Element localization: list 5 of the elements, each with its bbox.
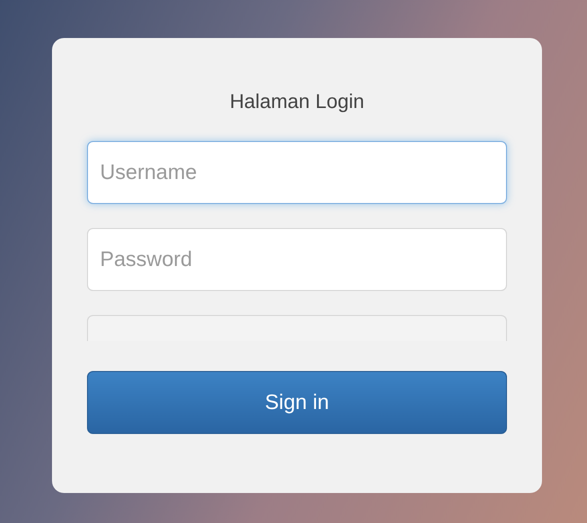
input-field[interactable]: Username [87, 141, 507, 204]
input-field[interactable]: Password [87, 228, 507, 291]
login-title: Halaman Login [228, 90, 366, 114]
input-field[interactable] [87, 315, 507, 341]
sign-in-button[interactable]: Sign in [87, 371, 507, 434]
